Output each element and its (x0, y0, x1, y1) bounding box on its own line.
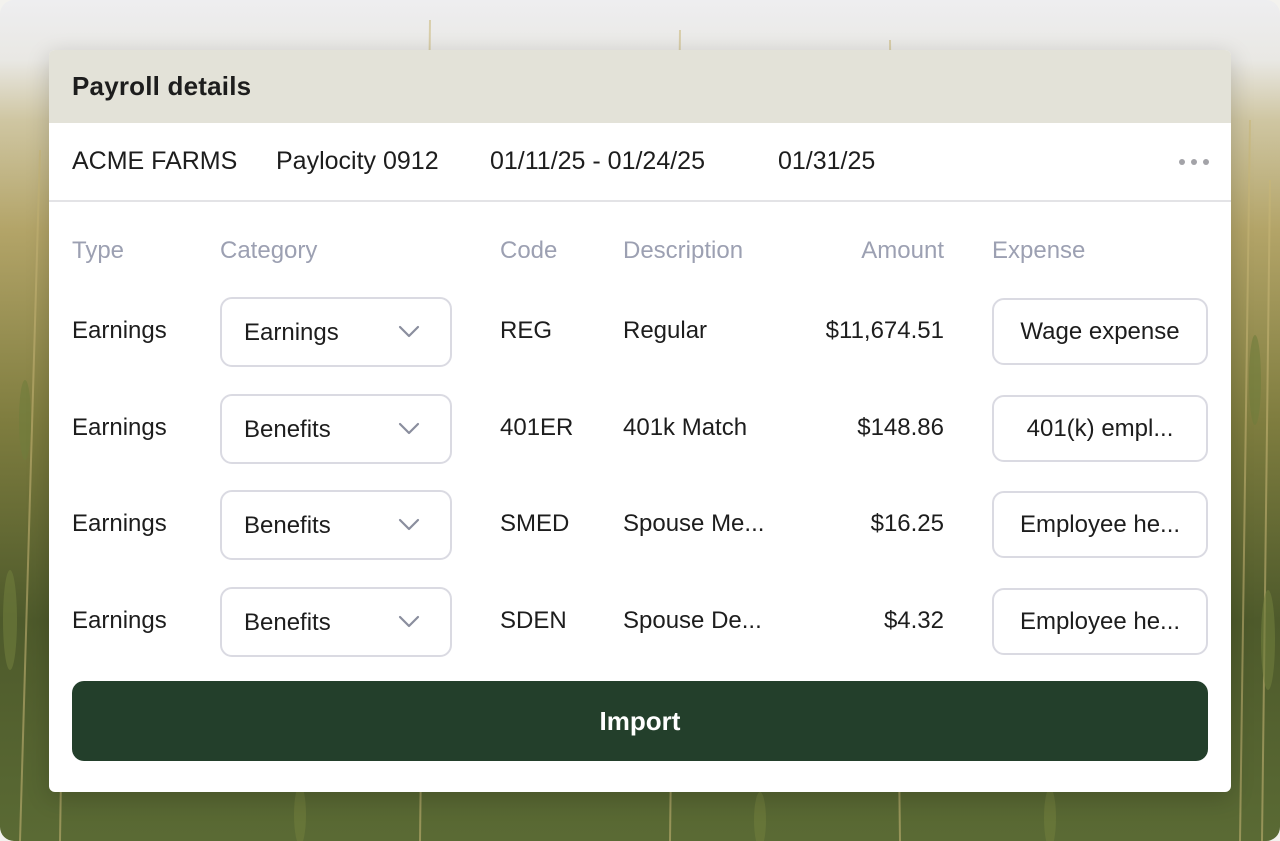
expense-account-value: Wage expense (1020, 317, 1180, 345)
more-horizontal-icon[interactable] (1179, 159, 1209, 167)
column-header-expense: Expense (992, 237, 1086, 264)
card-title: Payroll details (72, 71, 252, 101)
expense-account-value: 401(k) empl... (1026, 414, 1174, 442)
expense-account-field[interactable]: 401(k) empl... (992, 395, 1208, 462)
category-select-value: Benefits (244, 416, 331, 443)
row-description: 401k Match (623, 414, 748, 441)
column-header-code: Code (500, 237, 558, 264)
row-amount: $4.32 (883, 607, 944, 634)
column-header-amount: Amount (861, 237, 944, 264)
column-header-category: Category (220, 237, 318, 264)
row-code: 401ER (500, 414, 574, 441)
import-button[interactable]: Import (72, 681, 1208, 761)
row-type: Earnings (72, 607, 167, 634)
category-select[interactable]: Benefits (220, 490, 452, 560)
background-photo: Payroll details ACME FARMS Paylocity 091… (0, 0, 1280, 841)
row-type: Earnings (72, 317, 167, 344)
column-header-description: Description (623, 237, 744, 264)
expense-account-value: Employee he... (1019, 607, 1181, 635)
expense-account-field[interactable]: Wage expense (992, 298, 1208, 365)
category-select[interactable]: Benefits (220, 587, 452, 657)
category-select[interactable]: Benefits (220, 394, 452, 464)
chevron-down-icon (398, 422, 420, 435)
company-name: ACME FARMS (72, 147, 238, 175)
chevron-down-icon (398, 325, 420, 338)
payroll-id: Paylocity 0912 (276, 147, 439, 175)
row-type: Earnings (72, 414, 167, 441)
category-select-value: Earnings (244, 319, 339, 346)
card-header: Payroll details (49, 50, 1231, 123)
row-code: SDEN (500, 607, 567, 634)
pay-period: 01/11/25 - 01/24/25 (490, 147, 705, 175)
category-select-value: Benefits (244, 512, 331, 539)
row-description: Spouse De... (623, 607, 762, 634)
category-select-value: Benefits (244, 609, 331, 636)
expense-account-field[interactable]: Employee he... (992, 588, 1208, 655)
pay-date: 01/31/25 (778, 147, 876, 175)
category-select[interactable]: Earnings (220, 297, 452, 367)
expense-account-value: Employee he... (1019, 510, 1181, 538)
row-code: SMED (500, 510, 570, 537)
chevron-down-icon (398, 518, 420, 531)
row-type: Earnings (72, 510, 167, 537)
column-header-type: Type (72, 237, 125, 264)
row-amount: $11,674.51 (825, 317, 944, 344)
payroll-summary-row: ACME FARMS Paylocity 0912 01/11/25 - 01/… (49, 123, 1231, 202)
row-amount: $16.25 (870, 510, 944, 537)
chevron-down-icon (398, 615, 420, 628)
row-code: REG (500, 317, 553, 344)
row-amount: $148.86 (857, 414, 944, 441)
row-description: Regular (623, 317, 708, 344)
expense-account-field[interactable]: Employee he... (992, 491, 1208, 558)
